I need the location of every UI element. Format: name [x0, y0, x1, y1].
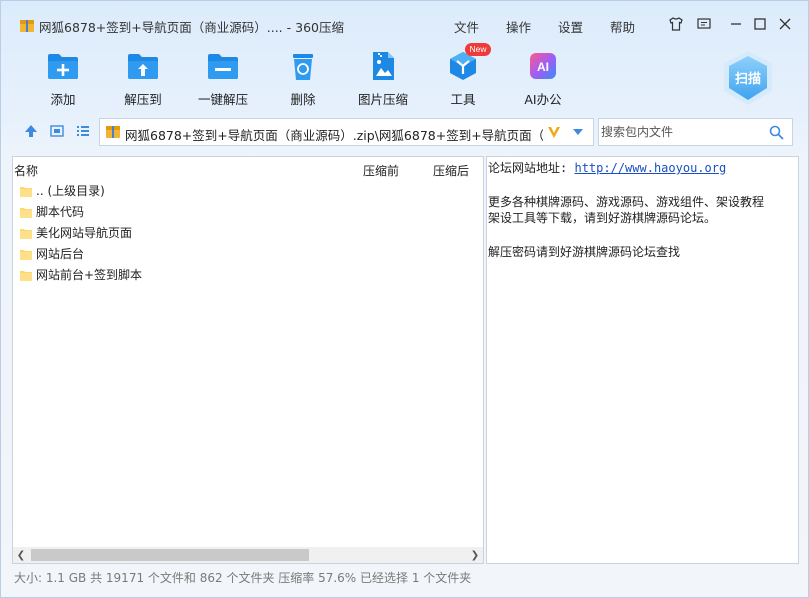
one-click-extract-icon — [206, 49, 240, 83]
file-list[interactable]: 名称 压缩前 压缩后 .. (上级目录) 脚本代码 美化网站导航页面 网站后台 … — [12, 156, 484, 564]
delete-button[interactable]: 删除 — [268, 49, 338, 108]
maximize-icon[interactable] — [751, 15, 769, 33]
site-label: 论坛网站地址: — [488, 161, 568, 175]
search-box[interactable] — [598, 118, 793, 146]
list-item-label: 网站前台+签到脚本 — [36, 268, 143, 282]
one-click-extract-button[interactable]: 一键解压 — [188, 49, 258, 108]
folder-icon — [20, 228, 32, 239]
search-input[interactable] — [601, 123, 761, 141]
extract-to-icon — [126, 49, 160, 83]
menu-file[interactable]: 文件 — [454, 17, 479, 36]
add-button[interactable]: 添加 — [28, 49, 98, 108]
list-item[interactable]: 美化网站导航页面 — [19, 223, 132, 242]
horizontal-scrollbar[interactable]: ❮ ❯ — [13, 547, 483, 563]
folder-icon — [20, 249, 32, 260]
extract-to-label: 解压到 — [124, 92, 162, 107]
up-arrow-icon[interactable] — [23, 123, 39, 139]
scrollbar-thumb[interactable] — [31, 549, 309, 561]
new-badge: New — [465, 43, 491, 56]
thumbnail-view-icon[interactable] — [49, 123, 65, 139]
extract-to-button[interactable]: 解压到 — [108, 49, 178, 108]
image-compress-label: 图片压缩 — [357, 92, 408, 107]
folder-icon — [20, 186, 32, 197]
comment-line-4: 解压密码请到好游棋牌源码论坛查找 — [488, 245, 681, 259]
status-bar: 大小: 1.1 GB 共 19171 个文件和 862 个文件夹 压缩率 57.… — [14, 571, 472, 585]
comment-line-3: 架设工具等下载，请到好游棋牌源码论坛。 — [488, 211, 717, 225]
window-title: 网狐6878+签到+导航页面（商业源码）.... - 360压缩 — [39, 20, 344, 35]
ai-glyph: AI — [537, 60, 549, 74]
tools-button[interactable]: 工具 — [428, 49, 498, 108]
site-link[interactable]: http://www.haoyou.org — [574, 161, 726, 175]
menu-operate[interactable]: 操作 — [506, 17, 531, 36]
list-item[interactable]: 网站前台+签到脚本 — [19, 265, 142, 284]
list-item[interactable]: .. (上级目录) — [19, 181, 105, 200]
scan-label[interactable]: 扫描 — [731, 68, 765, 87]
ai-office-label: AI办公 — [524, 92, 562, 107]
comment-line-2: 更多各种棋牌源码、游戏源码、游戏组件、架设教程 — [488, 195, 765, 209]
image-compress-icon — [366, 49, 400, 83]
vip-icon[interactable] — [547, 125, 561, 139]
title-bar: 网狐6878+签到+导航页面（商业源码）.... - 360压缩 文件 操作 设… — [1, 1, 808, 41]
column-size-before[interactable]: 压缩前 — [363, 162, 399, 179]
tools-label: 工具 — [450, 92, 476, 107]
path-text[interactable]: 网狐6878+签到+导航页面（商业源码）.zip\网狐6878+签到+导航页面（… — [125, 125, 543, 144]
ai-office-button[interactable]: AI AI办公 — [508, 49, 578, 108]
add-folder-icon — [46, 49, 80, 83]
zip-file-icon — [106, 126, 120, 138]
archive-comment-pane: 论坛网站地址: http://www.haoyou.org 更多各种棋牌源码、游… — [486, 156, 799, 564]
list-item[interactable]: 网站后台 — [19, 244, 84, 263]
ai-office-icon: AI — [526, 49, 560, 83]
search-icon[interactable] — [769, 125, 784, 140]
minimize-icon[interactable] — [727, 15, 745, 33]
image-compress-button[interactable]: 图片压缩 — [348, 49, 418, 108]
column-size-after[interactable]: 压缩后 — [433, 162, 469, 179]
comment-line-1: 论坛网站地址: http://www.haoyou.org — [488, 159, 726, 176]
delete-label: 删除 — [290, 92, 316, 107]
skin-icon[interactable] — [667, 15, 685, 33]
path-bar[interactable]: 网狐6878+签到+导航页面（商业源码）.zip\网狐6878+签到+导航页面（… — [99, 118, 594, 146]
trash-icon — [286, 49, 320, 83]
one-click-extract-label: 一键解压 — [197, 92, 248, 107]
close-icon[interactable] — [776, 15, 794, 33]
scroll-right-icon[interactable]: ❯ — [467, 547, 483, 563]
app-window: 网狐6878+签到+导航页面（商业源码）.... - 360压缩 文件 操作 设… — [0, 0, 809, 598]
archive-app-icon — [20, 20, 34, 32]
folder-icon — [20, 270, 32, 281]
menu-settings[interactable]: 设置 — [558, 17, 583, 36]
list-item-label: 网站后台 — [36, 247, 85, 261]
folder-icon — [20, 207, 32, 218]
chevron-down-icon[interactable] — [572, 127, 584, 137]
list-item-label: 美化网站导航页面 — [36, 226, 133, 240]
list-view-icon[interactable] — [75, 123, 91, 139]
list-item-label: 脚本代码 — [36, 205, 85, 219]
list-item-label: .. (上级目录) — [36, 184, 105, 198]
column-name[interactable]: 名称 — [14, 162, 38, 179]
list-item[interactable]: 脚本代码 — [19, 202, 84, 221]
add-label: 添加 — [50, 92, 76, 107]
feedback-icon[interactable] — [695, 15, 713, 33]
scroll-left-icon[interactable]: ❮ — [13, 547, 29, 563]
menu-help[interactable]: 帮助 — [610, 17, 635, 36]
